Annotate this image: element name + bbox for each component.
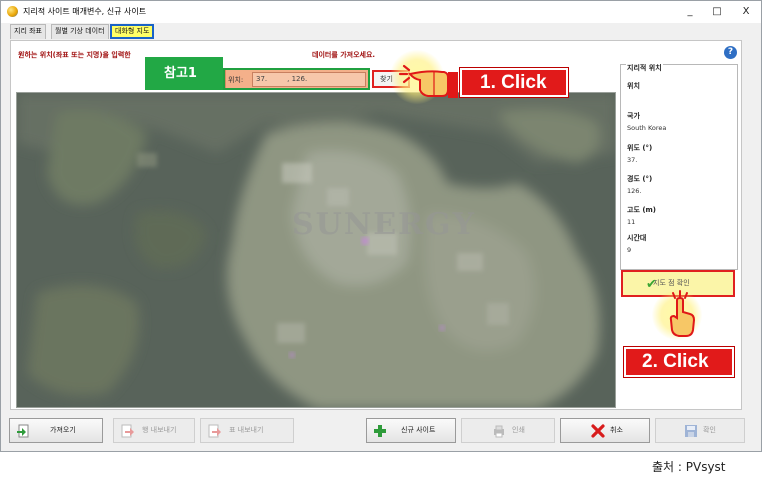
export-icon: [121, 424, 134, 438]
export-table-button-label: 표 내보내기: [229, 426, 264, 434]
window-title: 지리적 사이트 매개변수, 신규 사이트: [23, 7, 147, 16]
pointing-hand-icon-2: [669, 290, 696, 337]
map-watermark: SUNERGY: [292, 207, 477, 242]
tab-interactive-map[interactable]: 대화형 지도: [110, 24, 155, 39]
title-bar: 지리적 사이트 매개변수, 신규 사이트 _ □ X: [1, 1, 761, 23]
minimize-button[interactable]: _: [677, 3, 703, 21]
country-label: 국가: [627, 112, 640, 120]
new-site-button[interactable]: 신규 사이트: [366, 418, 456, 443]
printer-icon: [494, 425, 504, 438]
instruction-text: 원하는 위치(좌표 또는 지명)을 입력한: [18, 51, 131, 59]
geo-panel-legend: 지리적 위치: [626, 63, 663, 73]
country-value: South Korea: [627, 124, 667, 132]
export-row-button-label: 행 내보내기: [142, 426, 177, 434]
app-icon: [7, 6, 18, 17]
altitude-label: 고도 (m): [627, 206, 657, 214]
instruction-text-continued: 데이터를 가져오세요.: [312, 51, 376, 59]
maximize-button[interactable]: □: [704, 3, 730, 21]
timezone-label: 시간대: [627, 234, 647, 242]
save-disk-icon: [685, 425, 697, 437]
import-icon: [17, 424, 29, 438]
import-button-label: 가져오기: [50, 426, 76, 434]
close-button[interactable]: X: [733, 3, 759, 21]
ok-button[interactable]: 확인: [655, 418, 745, 443]
export-table-button[interactable]: 표 내보내기: [200, 418, 294, 443]
longitude-value: 126.: [627, 187, 642, 195]
click-callout-2: 2. Click: [624, 347, 734, 377]
print-button[interactable]: 인쇄: [461, 418, 555, 443]
tab-monthly-meteo[interactable]: 월별 기상 데이터: [51, 24, 109, 39]
plus-icon: [374, 425, 386, 437]
latitude-label: 위도 (°): [627, 144, 653, 152]
cancel-button[interactable]: 취소: [560, 418, 650, 443]
reference-highlight: [223, 68, 370, 90]
reference-badge: 참고1: [145, 57, 223, 90]
import-button[interactable]: 가져오기: [9, 418, 103, 443]
new-site-button-label: 신규 사이트: [401, 426, 436, 434]
cancel-x-icon: [591, 424, 605, 438]
satellite-map[interactable]: [16, 92, 616, 408]
location-section-label: 위치: [627, 82, 640, 90]
map-imagery: [17, 93, 615, 407]
source-caption: 출처 : PVsyst: [652, 460, 726, 474]
export-table-icon: [208, 424, 221, 438]
check-icon: ✔: [646, 277, 657, 292]
latitude-value: 37.: [627, 156, 638, 164]
click-callout-1: 1. Click: [460, 68, 568, 97]
altitude-value: 11: [627, 218, 636, 226]
longitude-label: 경도 (°): [627, 175, 653, 183]
screenshot: 지리적 사이트 매개변수, 신규 사이트 _ □ X 지리 좌표 월별 기상 데…: [0, 0, 762, 483]
tab-geo-coordinates[interactable]: 지리 좌표: [10, 24, 46, 39]
print-button-label: 인쇄: [512, 426, 525, 434]
export-row-button[interactable]: 행 내보내기: [113, 418, 195, 443]
timezone-value: 9: [627, 246, 632, 254]
cancel-button-label: 취소: [610, 426, 623, 434]
ok-button-label: 확인: [703, 426, 716, 434]
help-icon[interactable]: ?: [724, 46, 737, 59]
pointing-hand-icon: [398, 64, 458, 98]
